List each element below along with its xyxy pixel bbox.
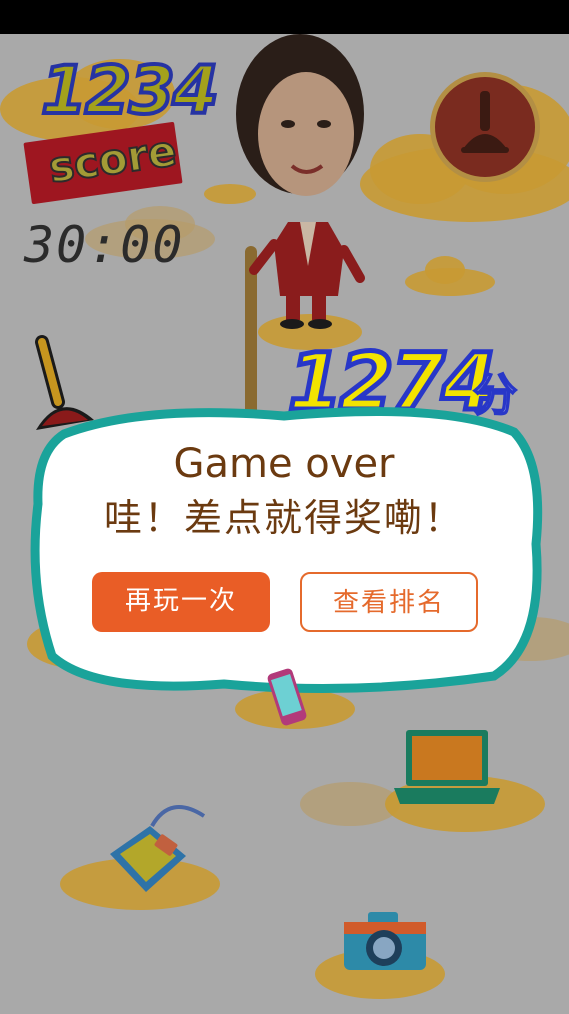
plunger-icon: [461, 91, 509, 153]
timer: 30:00: [24, 216, 185, 274]
game-over-dialog: Game over 哇！差点就得奖嘞！ 再玩一次 查看排名: [24, 394, 544, 699]
cloud-decoration: [405, 256, 495, 296]
view-ranking-button[interactable]: 查看排名: [300, 572, 478, 632]
player-character: [236, 34, 365, 329]
score-value: 1234: [39, 52, 221, 129]
game-stage: score 1234 30:00 1274 分 Game over 哇！差点就得…: [0, 34, 569, 1014]
score-display: score 1234: [23, 52, 222, 218]
dialog-title: Game over: [173, 441, 395, 487]
bag-icon: [110, 805, 206, 892]
pause-button[interactable]: [430, 72, 540, 182]
replay-button[interactable]: 再玩一次: [92, 572, 270, 632]
laptop-icon: [394, 730, 500, 804]
dialog-message: 哇！差点就得奖嘞！: [103, 496, 464, 540]
score-label: score: [45, 125, 181, 193]
status-bar: [0, 0, 569, 34]
phone-icon: [267, 668, 307, 726]
camera-icon: [344, 912, 426, 970]
score-tag: score: [23, 121, 183, 205]
dialog-background: [30, 407, 543, 693]
